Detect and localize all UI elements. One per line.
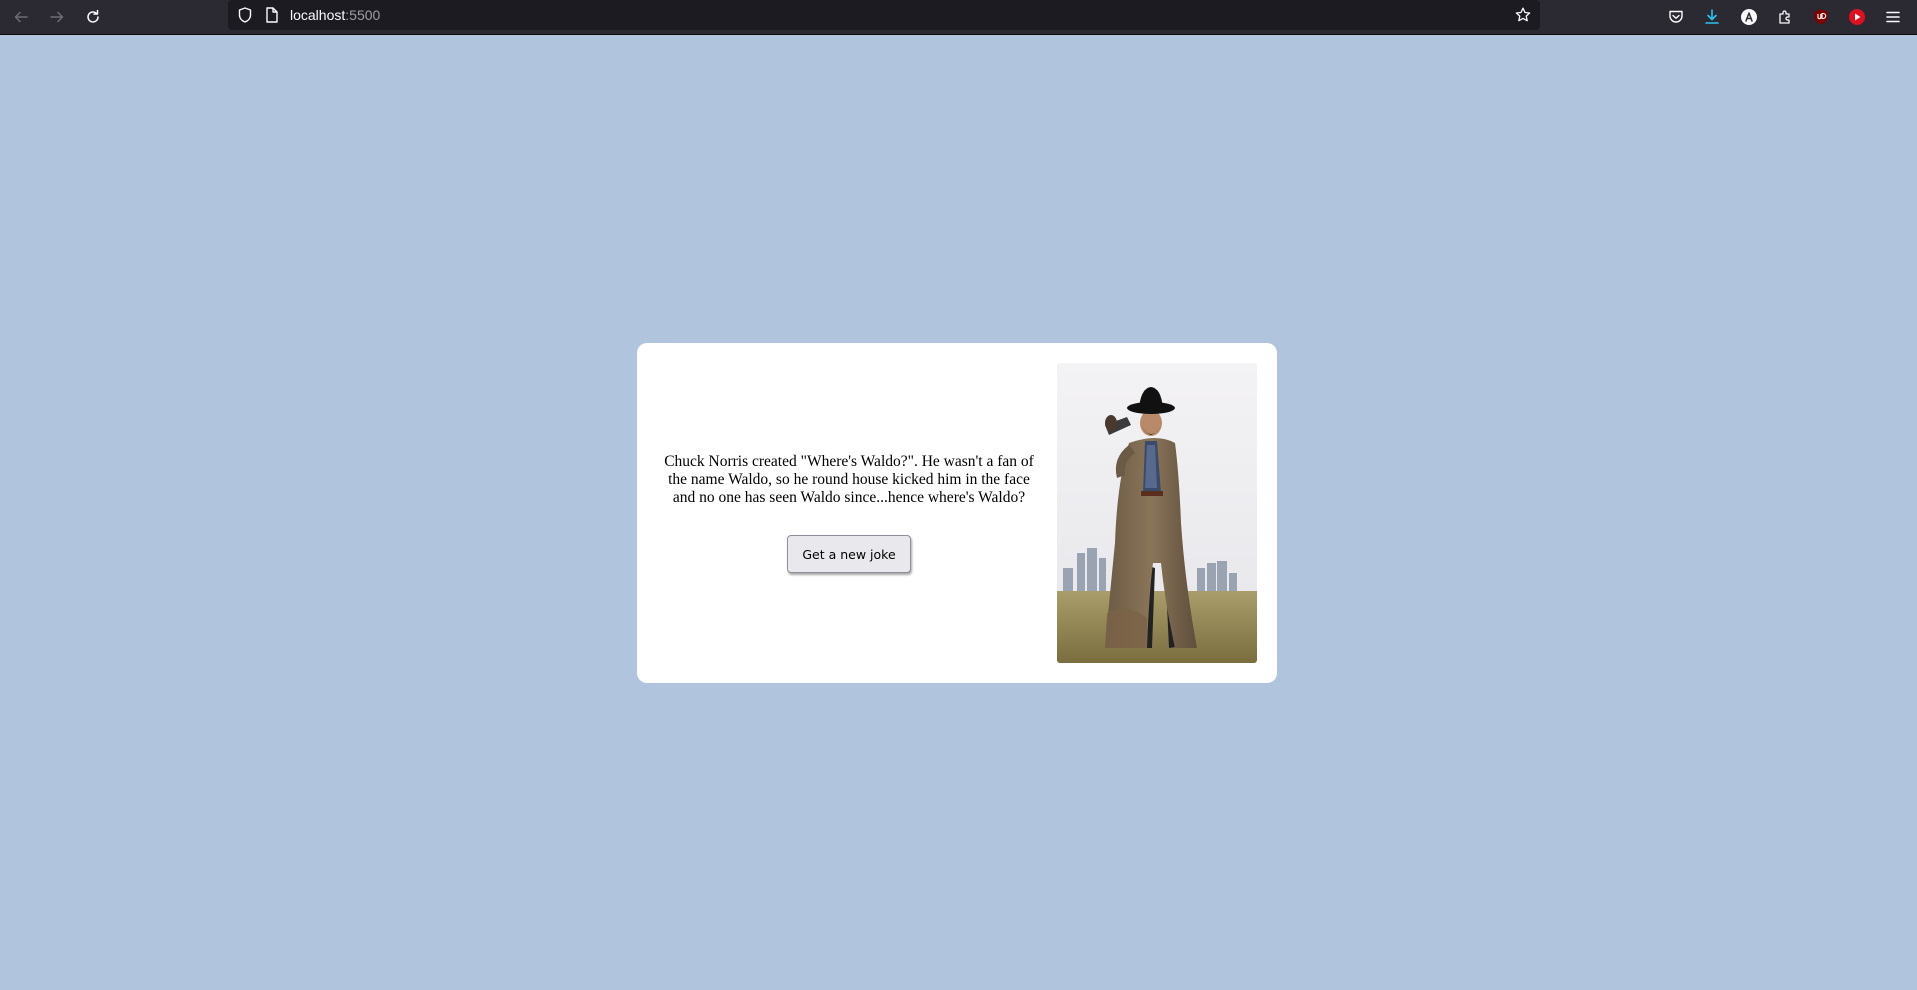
shield-icon[interactable] [236, 6, 254, 24]
url-host: localhost [290, 7, 346, 23]
menu-icon [1886, 11, 1900, 23]
download-icon [1705, 9, 1719, 24]
url-text[interactable]: localhost:5500 [290, 6, 380, 24]
browser-toolbar: localhost:5500 [0, 0, 1917, 35]
menu-button[interactable] [1881, 5, 1905, 29]
url-port: :5500 [345, 7, 381, 23]
arrow-left-icon [14, 11, 28, 23]
ublock-icon [1814, 9, 1828, 25]
reload-icon [87, 9, 99, 23]
joke-container: Chuck Norris created "Where's Waldo?". H… [659, 343, 1039, 683]
extensions-button[interactable] [1773, 5, 1797, 29]
youtube-addon-button[interactable] [1845, 5, 1869, 29]
pocket-button[interactable] [1664, 5, 1688, 29]
page-icon [266, 7, 278, 23]
pocket-icon [1669, 10, 1683, 23]
back-button[interactable] [8, 4, 34, 30]
joke-card: Chuck Norris created "Where's Waldo?". H… [637, 343, 1277, 683]
chuck-norris-photo [1057, 363, 1257, 663]
photo-illustration [1057, 363, 1257, 663]
joke-text: Chuck Norris created "Where's Waldo?". H… [664, 453, 1034, 506]
get-new-joke-button[interactable]: Get a new joke [787, 535, 911, 573]
extensions-icon [1779, 10, 1790, 24]
star-icon[interactable] [1514, 6, 1532, 24]
forward-button[interactable] [44, 4, 70, 30]
address-bar[interactable]: localhost:5500 [228, 0, 1540, 30]
youtube-addon-icon [1849, 9, 1865, 25]
reload-button[interactable] [80, 4, 106, 30]
downloads-button[interactable] [1700, 5, 1724, 29]
account-button[interactable] [1737, 5, 1761, 29]
account-icon [1741, 9, 1757, 25]
arrow-right-icon [50, 11, 64, 23]
ublock-button[interactable] [1809, 5, 1833, 29]
